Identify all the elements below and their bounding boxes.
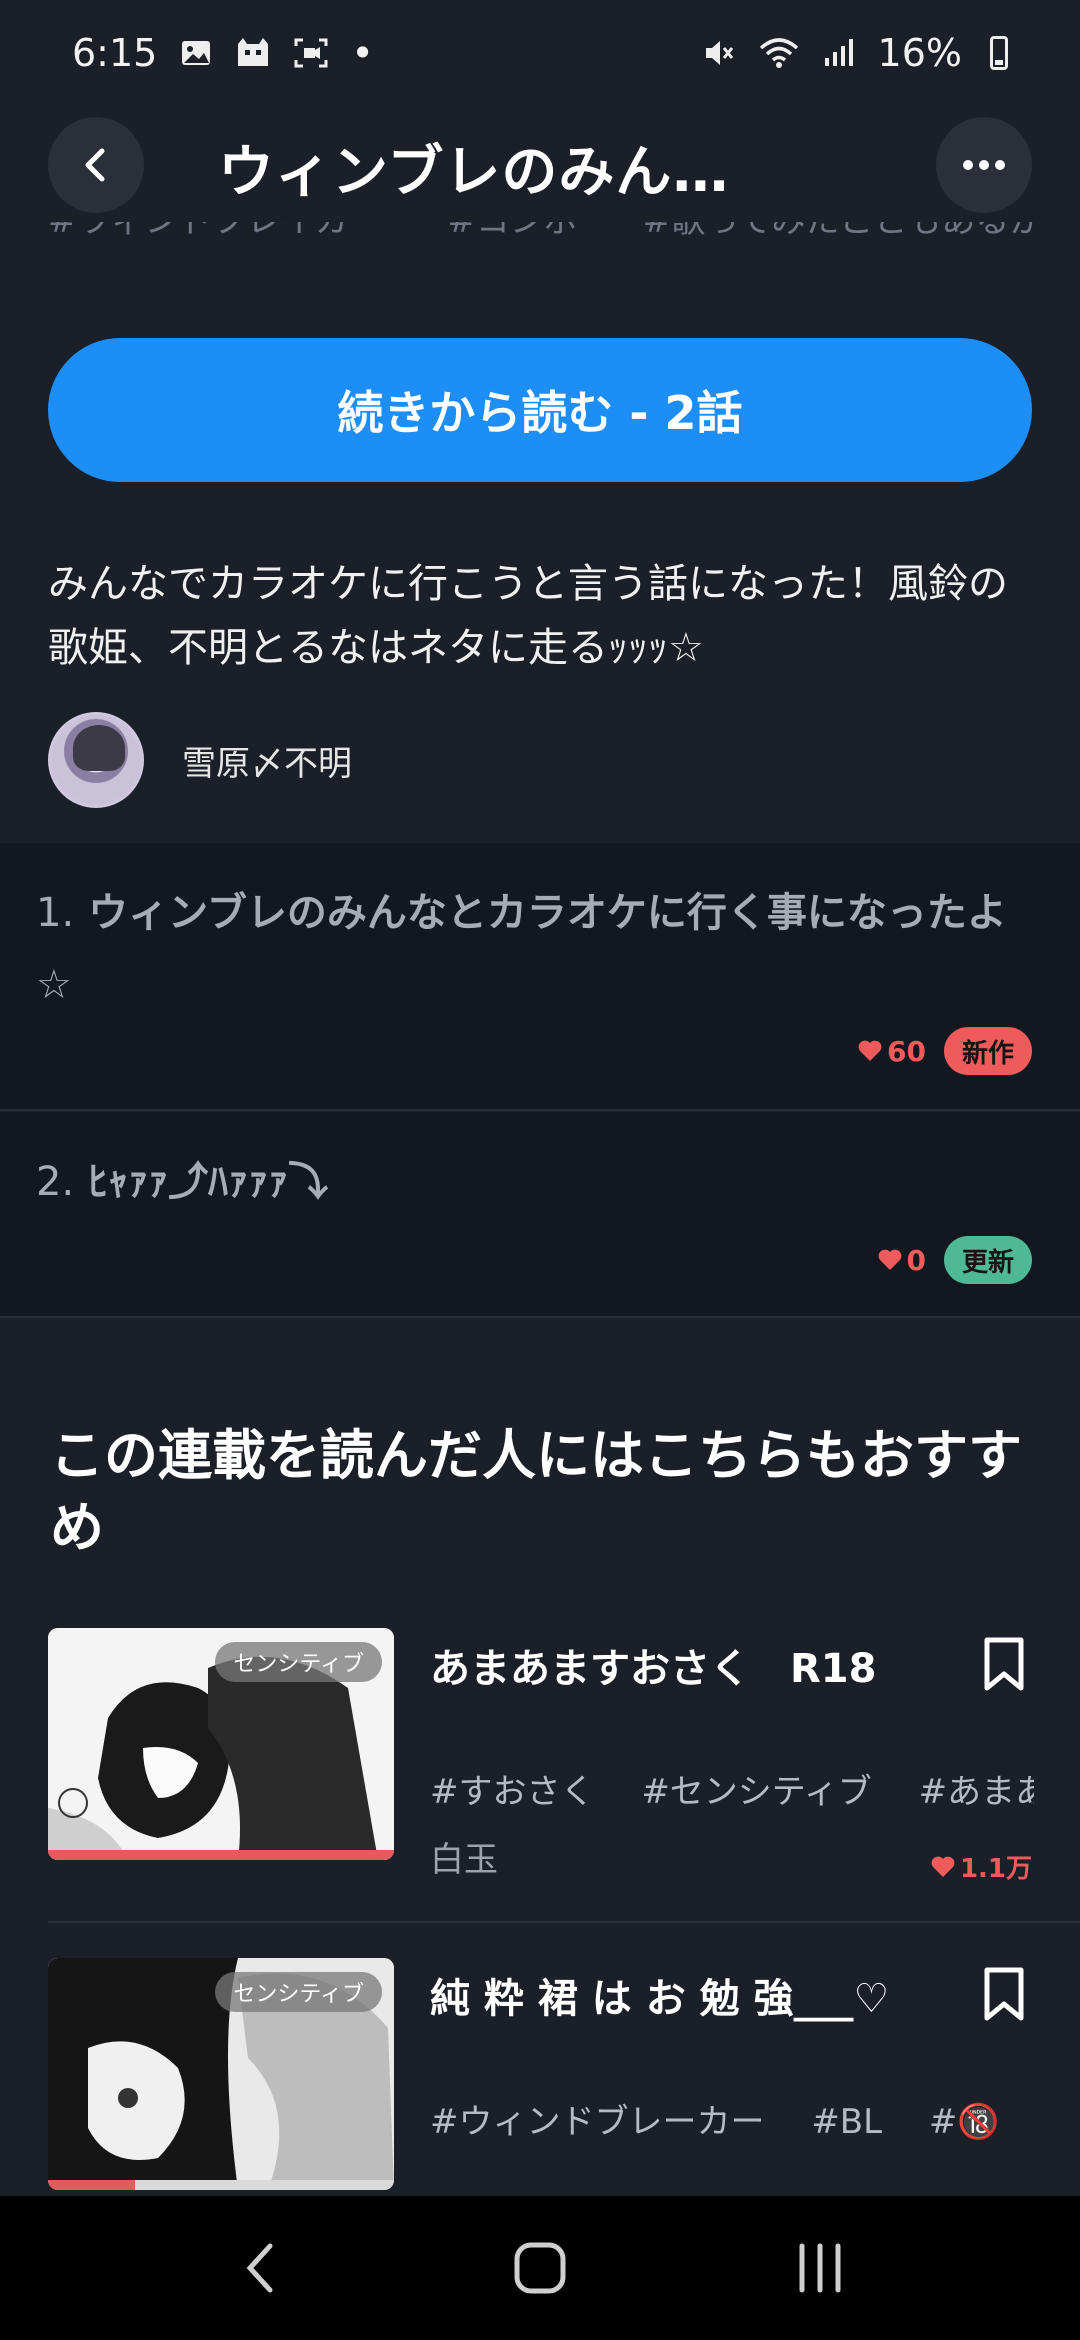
episode-likes: 60 [857,1035,926,1068]
nav-recents-button[interactable] [760,2218,880,2318]
avatar[interactable] [48,712,144,808]
recommendation-tag[interactable]: #🔞 [929,2102,1000,2142]
recommendation-likes: 1.1万 [930,1848,1032,1885]
episode-likes: 0 [877,1244,926,1277]
more-horizontal-icon [963,160,1005,170]
more-button[interactable] [936,117,1032,213]
back-button[interactable] [48,117,144,213]
recommendation-thumbnail[interactable]: センシティブ [48,1958,394,2190]
episode-meta: 0 更新 [877,1236,1032,1284]
heart-icon [878,1249,901,1270]
system-nav-bar [0,2196,1080,2340]
continue-reading-button[interactable]: 続きから読む - 2話 [48,338,1032,482]
recommendation-tag[interactable]: #あまあ… [919,1772,1034,1812]
chevron-left-icon [85,148,105,182]
episode-title: 2. ﾋｬｧｧ⤴ﾊｧｧｧ⤵ [36,1146,1026,1218]
series-tag[interactable]: #コンボ [447,222,578,241]
recommendation-thumbnail[interactable]: センシティブ [48,1628,394,1860]
recommendation-tag[interactable]: #センシティブ [641,1772,871,1812]
episode-item[interactable]: 2. ﾋｬｧｧ⤴ﾊｧｧｧ⤵ 0 更新 [0,1112,1080,1318]
gallery-icon [179,36,213,70]
episode-title: 1. ウィンブレのみんなとカラオケに行く事になったよ☆ [36,877,1026,1021]
recommendation-likes-count: 1.1万 [959,1854,1032,1884]
bookmark-icon [984,1967,1024,2021]
recommendation-item[interactable]: センシティブ 純 粋 裙 は お 勉 強___♡ #ウィンドブレーカー #BL … [48,1958,1032,2198]
recommendation-tags: #すおさく #センシティブ #あまあ… [430,1764,1034,1813]
wifi-icon [758,36,800,70]
heart-icon [931,1856,955,1877]
series-tag[interactable]: #ウィンドブレイカー [48,222,383,241]
signal-icon [822,36,856,70]
status-left: 6:15 • [72,31,374,75]
series-tag[interactable]: #歌ってみたこともあるかも [643,222,1048,241]
cat-app-icon [235,36,271,70]
nav-back-button[interactable] [200,2218,320,2318]
bookmark-button[interactable] [976,1958,1032,2030]
nav-home-button[interactable] [480,2218,600,2318]
series-description: みんなでカラオケに行こうと言う話になった！風鈴の歌姫、不明とるなはネタに走るｯｯ… [48,561,1008,671]
nav-home-icon [514,2242,566,2294]
divider [48,1921,1080,1923]
bookmark-icon [984,1637,1024,1691]
episode-title-text: ﾋｬｧｧ⤴ﾊｧｧｧ⤵ [88,1159,329,1205]
read-progress-fill [48,1850,394,1860]
episode-number: 1. [36,890,75,936]
update-badge: 更新 [943,1236,1032,1284]
episode-item[interactable]: 1. ウィンブレのみんなとカラオケに行く事になったよ☆ 60 新作 [0,843,1080,1111]
bookmark-button[interactable] [976,1628,1032,1700]
sensitive-badge: センシティブ [215,1972,382,2012]
recommendation-tags: #ウィンドブレーカー #BL #🔞 [430,2094,1034,2143]
series-tags: #ウィンドブレイカー #コンボ #歌ってみたこともあるかも [48,222,1048,262]
new-badge: 新作 [943,1027,1032,1075]
battery-icon [990,35,1008,70]
recommendation-author: 白玉 [430,1840,498,1880]
recommendation-title[interactable]: 純 粋 裙 は お 勉 強___♡ [430,1966,990,2024]
recommendation-tag[interactable]: #ウィンドブレーカー [430,2102,765,2142]
mute-icon [702,36,736,70]
screen-record-icon [293,36,329,70]
notification-dot: • [351,30,374,75]
episode-likes-count: 0 [906,1243,926,1277]
author-row[interactable]: 雪原〆不明 [48,712,352,808]
read-progress [48,2180,394,2190]
episode-likes-count: 60 [887,1034,926,1068]
page-title: ウィンブレのみん… [218,140,730,205]
nav-back-icon [246,2243,273,2293]
nav-recents-icon [799,2243,841,2293]
read-progress [48,1850,394,1860]
episode-number: 2. [36,1159,75,1205]
recommendation-tag[interactable]: #BL [811,2102,882,2142]
recommendation-title[interactable]: あまあますおさく R18 [430,1636,990,1694]
recommendation-item[interactable]: センシティブ あまあますおさく R18 #すおさく #センシティブ #あまあ… … [48,1628,1034,1884]
episode-title-text: ウィンブレのみんなとカラオケに行く事になったよ☆ [36,890,1007,1008]
status-right: 16% [702,31,1008,75]
status-time: 6:15 [72,30,158,75]
heart-icon [858,1040,882,1061]
author-name[interactable]: 雪原〆不明 [182,736,352,785]
recommendation-heading: この連載を読んだ人にはこちらもおすすめ [50,1424,1022,1559]
header: ウィンブレのみん… [0,105,1080,225]
battery-percent: 16% [877,30,962,75]
episode-meta: 60 新作 [857,1027,1032,1075]
sensitive-badge: センシティブ [215,1642,382,1682]
recommendation-tag[interactable]: #すおさく [430,1772,595,1812]
read-progress-fill [48,2180,135,2190]
status-bar: 6:15 • 16% [0,0,1080,105]
